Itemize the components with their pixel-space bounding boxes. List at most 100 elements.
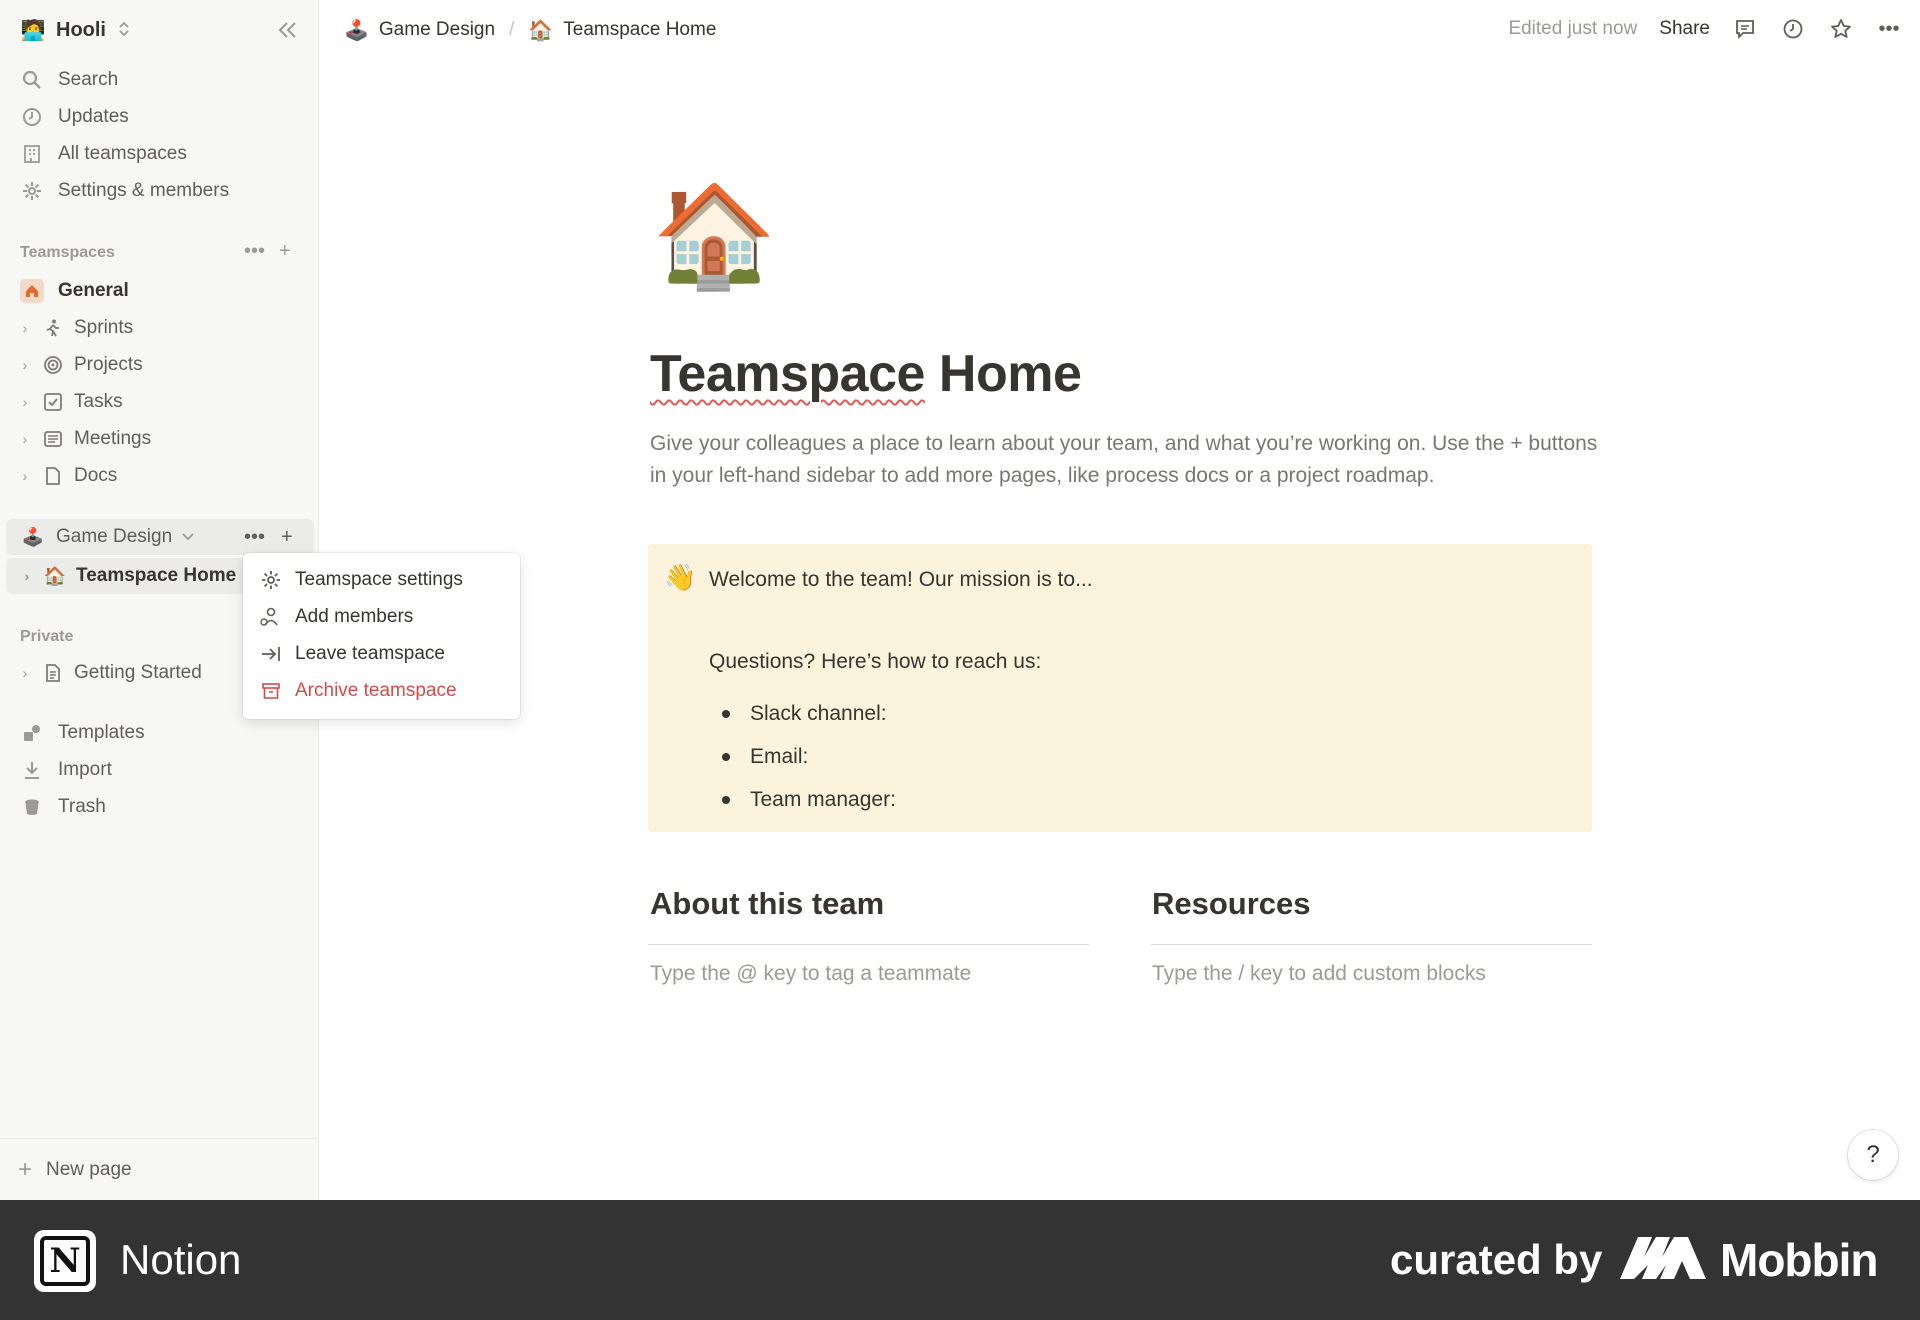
teamspace-game-design-header: 🕹️ Game Design (20, 519, 194, 555)
breadcrumb-separator: / (509, 19, 515, 40)
teamspaces-section-actions: ••• + (244, 240, 291, 263)
new-page-button[interactable]: + New page (0, 1138, 319, 1200)
sidebar-item-label: Docs (74, 465, 118, 486)
nav-label: Search (58, 69, 119, 90)
nav-label: Updates (58, 106, 129, 127)
chevron-right-icon[interactable]: › (18, 320, 32, 336)
trash-icon (20, 795, 44, 819)
resources-placeholder[interactable]: Type the / key to add custom blocks (1152, 962, 1486, 986)
home-icon (20, 279, 44, 303)
page-title-first-word: Teamspace (650, 345, 925, 403)
sidebar-item-label: Meetings (74, 428, 152, 449)
about-team-placeholder[interactable]: Type the @ key to tag a teammate (650, 962, 971, 986)
list-item: Team manager: (709, 778, 896, 821)
chevron-right-icon[interactable]: › (18, 357, 32, 373)
divider (648, 944, 1089, 945)
callout-question: Questions? Here’s how to reach us: (709, 650, 1042, 673)
plus-icon: + (18, 1155, 33, 1183)
edited-status: Edited just now (1508, 18, 1638, 39)
chevron-right-icon[interactable]: › (18, 431, 32, 447)
nav-import[interactable]: Import (20, 753, 112, 787)
nav-settings-members[interactable]: Settings & members (20, 174, 229, 208)
archive-icon (259, 679, 283, 703)
nav-search[interactable]: Search (20, 63, 118, 97)
more-options-icon[interactable]: ••• (244, 526, 265, 549)
menu-item-label: Add members (295, 605, 414, 627)
menu-item-leave-teamspace[interactable]: Leave teamspace (243, 635, 520, 672)
leave-icon (259, 642, 283, 666)
document-icon (40, 660, 66, 686)
mobbin-wordmark: Mobbin (1720, 1234, 1878, 1286)
about-team-heading[interactable]: About this team (650, 886, 884, 922)
comment-icon[interactable] (1732, 16, 1758, 42)
menu-item-archive-teamspace[interactable]: Archive teamspace (243, 672, 520, 709)
workspace-avatar: 🧑‍💻 (20, 19, 46, 42)
sidebar-item-label: Sprints (74, 317, 134, 338)
wave-icon[interactable]: 👋 (664, 562, 696, 593)
menu-item-label: Teamspace settings (295, 568, 463, 590)
teamspace-general-label: General (58, 280, 129, 301)
sidebar-item-teamspace-home[interactable]: › 🏠 Teamspace Home (6, 558, 246, 594)
mobbin-logo-icon (1620, 1236, 1706, 1284)
new-page-label: New page (46, 1158, 132, 1180)
chevron-right-icon[interactable]: › (20, 568, 34, 584)
sidebar-item-getting-started[interactable]: › Getting Started (18, 656, 202, 690)
nav-trash[interactable]: Trash (20, 790, 106, 824)
topbar: 🕹️ Game Design / 🏠 Teamspace Home Edited… (320, 0, 1920, 58)
page-icon-emoji[interactable]: 🏠 (652, 186, 777, 286)
sidebar-item-meetings[interactable]: › Meetings (18, 422, 151, 456)
sidebar-item-docs[interactable]: › Docs (18, 459, 118, 493)
runner-icon (40, 315, 66, 341)
workspace-name: Hooli (56, 18, 106, 41)
footer-banner: N Notion curated by Mobbin (0, 1200, 1920, 1320)
teamspace-general[interactable]: General (20, 274, 129, 308)
menu-item-add-members[interactable]: Add members (243, 598, 520, 635)
collapse-sidebar-icon[interactable] (272, 14, 304, 46)
callout-title: Welcome to the team! Our mission is to..… (709, 568, 1093, 591)
star-icon[interactable] (1828, 16, 1854, 42)
download-icon (20, 758, 44, 782)
workspace-switcher[interactable]: 🧑‍💻 Hooli (20, 14, 130, 46)
teamspace-game-design[interactable]: 🕹️ Game Design ••• + (6, 519, 314, 555)
add-teamspace-icon[interactable]: + (279, 240, 291, 263)
resources-heading[interactable]: Resources (1152, 886, 1311, 922)
gear-icon (259, 568, 283, 592)
joystick-icon: 🕹️ (344, 19, 369, 42)
more-options-icon[interactable]: ••• (1876, 16, 1902, 42)
private-section-label: Private (20, 628, 74, 645)
breadcrumb-item[interactable]: Game Design (379, 19, 495, 41)
page-description[interactable]: Give your colleagues a place to learn ab… (650, 428, 1610, 492)
sidebar-item-projects[interactable]: › Projects (18, 348, 143, 382)
chevron-down-icon[interactable] (182, 529, 194, 545)
sidebar-item-tasks[interactable]: › Tasks (18, 385, 123, 419)
teamspaces-section-label: Teamspaces (20, 244, 115, 261)
list-item: Slack channel: (709, 692, 896, 735)
nav-templates[interactable]: Templates (20, 716, 145, 750)
checkbox-icon (40, 389, 66, 415)
sidebar-item-teamspace-home-inner: › 🏠 Teamspace Home (20, 558, 237, 594)
nav-all-teamspaces[interactable]: All teamspaces (20, 137, 187, 171)
notion-logo-mark: N (40, 1236, 90, 1286)
add-page-icon[interactable]: + (281, 526, 293, 549)
menu-item-teamspace-settings[interactable]: Teamspace settings (243, 561, 520, 598)
more-options-icon[interactable]: ••• (244, 240, 265, 263)
help-button[interactable]: ? (1848, 1130, 1898, 1180)
nav-updates[interactable]: Updates (20, 100, 129, 134)
chevron-updown-icon (118, 20, 130, 41)
breadcrumb-item[interactable]: Teamspace Home (563, 19, 716, 41)
sidebar-item-sprints[interactable]: › Sprints (18, 311, 133, 345)
chevron-right-icon[interactable]: › (18, 468, 32, 484)
clock-icon (20, 105, 44, 129)
list-item: Email: (709, 735, 896, 778)
welcome-callout[interactable]: 👋 Welcome to the team! Our mission is to… (648, 544, 1592, 832)
contact-list: Slack channel: Email: Team manager: (709, 692, 896, 821)
notion-logo-icon: N (34, 1230, 96, 1292)
share-button[interactable]: Share (1659, 18, 1710, 40)
mobbin-brand: Mobbin (1620, 1232, 1878, 1288)
page-title[interactable]: Teamspace Home (650, 344, 1082, 404)
chevron-right-icon[interactable]: › (18, 394, 32, 410)
house-icon: 🏠 (43, 565, 67, 586)
history-icon[interactable] (1780, 16, 1806, 42)
footer-app-name: Notion (120, 1236, 242, 1283)
chevron-right-icon[interactable]: › (18, 665, 32, 681)
